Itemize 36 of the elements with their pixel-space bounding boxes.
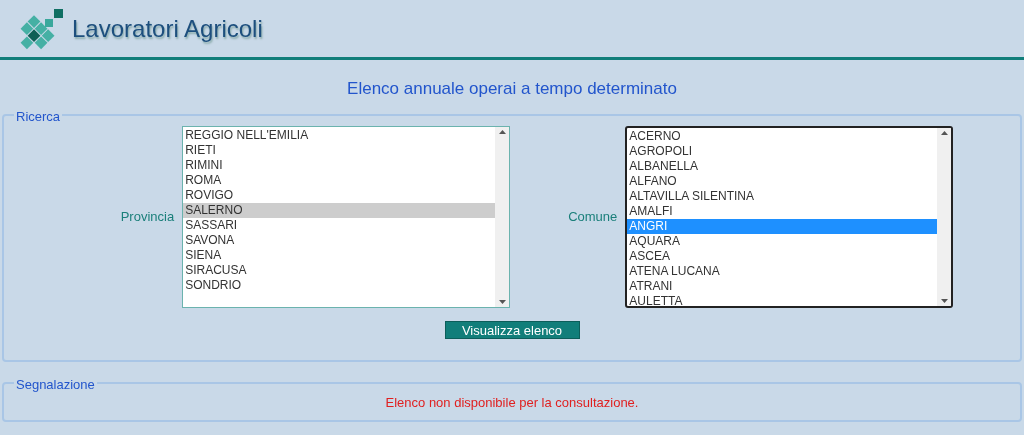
list-option[interactable]: AQUARA: [627, 233, 938, 249]
show-list-button[interactable]: Visualizza elenco: [444, 320, 580, 339]
list-option[interactable]: ACERNO: [627, 128, 938, 144]
app-title: Lavoratori Agricoli: [72, 13, 263, 44]
list-option[interactable]: AGROPOLI: [627, 143, 938, 159]
list-option[interactable]: SASSARI: [183, 217, 496, 233]
scroll-down-icon[interactable]: [940, 298, 948, 303]
list-option[interactable]: ALBANELLA: [627, 158, 938, 174]
status-message: Elenco non disponibile per la consultazione.: [385, 393, 639, 412]
list-option[interactable]: REGGIO NELL'EMILIA: [183, 127, 496, 143]
scrollbar[interactable]: [937, 127, 952, 306]
list-option[interactable]: SAVONA: [183, 232, 496, 248]
page-title: Elenco annuale operai a tempo determinato: [347, 78, 677, 100]
list-option[interactable]: ALFANO: [627, 173, 938, 189]
list-option[interactable]: SIRACUSA: [183, 262, 496, 278]
list-box[interactable]: REGGIO NELL'EMILIA RIETI RIMINI ROMA ROVIGO SALERNO SASSARI SAVONA SIENA SIRACUSA SONDRIO: [182, 125, 511, 308]
list-option[interactable]: SIENA: [183, 247, 496, 263]
scroll-down-icon[interactable]: [498, 299, 506, 304]
list-option[interactable]: ATENA LUCANA: [627, 263, 938, 279]
list-option[interactable]: SALERNO: [183, 202, 496, 218]
scroll-up-icon[interactable]: [498, 129, 506, 134]
scroll-up-icon[interactable]: [940, 130, 948, 135]
list-option[interactable]: ATRANI: [627, 278, 938, 294]
list-option[interactable]: AMALFI: [627, 203, 938, 219]
list-option[interactable]: AULETTA: [627, 293, 938, 306]
list-option[interactable]: RIMINI: [183, 157, 496, 173]
list-option[interactable]: ROMA: [183, 172, 496, 188]
list-option[interactable]: SONDRIO: [183, 277, 496, 293]
field-label: Comune: [568, 207, 618, 226]
list-option[interactable]: RIETI: [183, 142, 496, 158]
scrollbar[interactable]: [495, 126, 510, 307]
list-box[interactable]: ACERNO AGROPOLI ALBANELLA ALFANO ALTAVILLA SILENTINA AMALFI ANGRI AQUARA ASCEA ATENA LUCANA ATRANI AULETTA: [625, 125, 954, 308]
list-option[interactable]: ALTAVILLA SILENTINA: [627, 188, 938, 204]
list-option[interactable]: ROVIGO: [183, 187, 496, 203]
field-label: Provincia: [120, 207, 175, 226]
list-option[interactable]: ASCEA: [627, 248, 938, 264]
